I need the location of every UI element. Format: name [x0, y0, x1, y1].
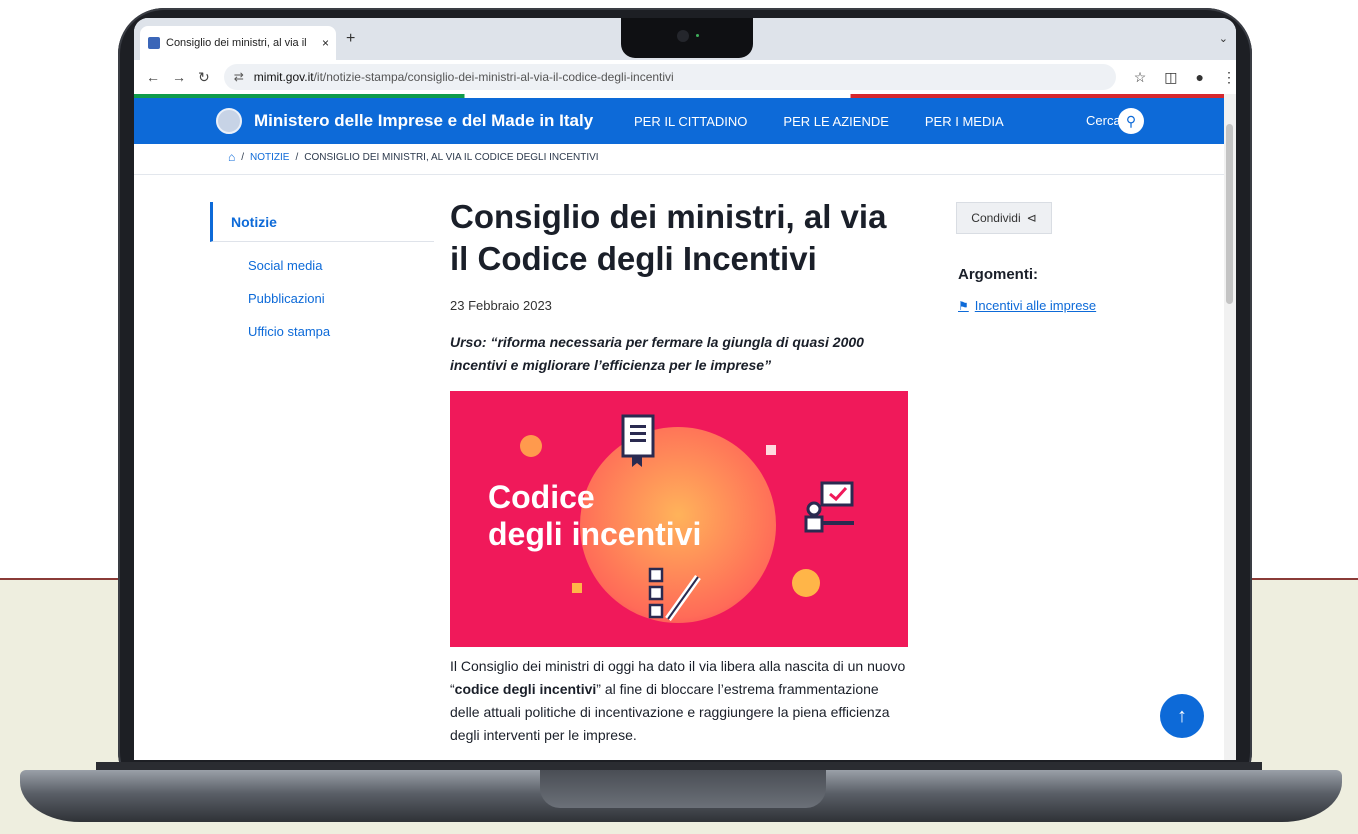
article-lead: Urso: “riforma necessaria per fermare la…: [450, 334, 864, 373]
topics-title: Argomenti:: [958, 266, 1038, 283]
sidebar-item-social-media[interactable]: Social media: [248, 258, 330, 291]
hero-heading-line2: degli incentivi: [488, 516, 702, 552]
laptop-base: [20, 770, 1342, 822]
side-panel-icon[interactable]: ◫: [1164, 69, 1177, 86]
main-nav: PER IL CITTADINO PER LE AZIENDE PER I ME…: [634, 114, 1004, 129]
checklist-pen-icon: [648, 567, 701, 622]
breadcrumb-divider: [134, 174, 1236, 175]
scrollbar-thumb[interactable]: [1226, 124, 1233, 304]
hero-dot: [520, 435, 542, 457]
book-icon: [621, 414, 655, 467]
search-icon[interactable]: ⚲: [1118, 108, 1144, 134]
sidebar-item-notizie[interactable]: Notizie: [210, 202, 434, 242]
site-header: Ministero delle Imprese e del Made in It…: [134, 98, 1236, 144]
tag-icon: ⚑: [958, 298, 969, 313]
url-path: /it/notizie-stampa/consiglio-dei-ministr…: [313, 70, 674, 84]
breadcrumb-notizie[interactable]: NOTIZIE: [250, 152, 289, 163]
share-button[interactable]: Condividi ⊲: [956, 202, 1052, 234]
sidebar-active-label: Notizie: [231, 214, 277, 230]
hero-image: Codice degli incentivi: [450, 391, 908, 647]
tab-title: Consiglio dei ministri, al via il: [166, 37, 307, 49]
breadcrumb-separator: /: [241, 151, 245, 163]
camera-icon: [677, 30, 689, 42]
favicon-icon: [148, 37, 160, 49]
share-label: Condividi: [971, 211, 1021, 225]
article-date: 23 Febbraio 2023: [450, 298, 552, 313]
camera-notch: [621, 18, 753, 58]
article: Consiglio dei ministri, al via il Codice…: [450, 196, 910, 747]
browser-tab[interactable]: Consiglio dei ministri, al via il ×: [140, 26, 336, 60]
laptop-base-notch: [540, 770, 826, 808]
close-tab-icon[interactable]: ×: [322, 36, 329, 50]
site-title[interactable]: Ministero delle Imprese e del Made in It…: [254, 111, 593, 131]
sidebar-item-ufficio-stampa[interactable]: Ufficio stampa: [248, 324, 330, 357]
site-info-icon[interactable]: ⇄: [234, 70, 244, 84]
bookmark-star-icon[interactable]: ☆: [1134, 69, 1147, 86]
breadcrumb-separator: /: [295, 151, 299, 163]
hero-square: [572, 583, 582, 593]
browser-toolbar: ← → ↻ ⇄ mimit.gov.it/it/notizie-stampa/c…: [134, 60, 1236, 94]
page-title: Consiglio dei ministri, al via il Codice…: [450, 198, 887, 277]
sidebar-list: Social media Pubblicazioni Ufficio stamp…: [248, 258, 330, 357]
topic-link-label: Incentivi alle imprese: [974, 298, 1097, 313]
hero-heading: Codice degli incentivi: [488, 479, 701, 553]
share-icon: ⊲: [1026, 211, 1037, 225]
sidebar-item-pubblicazioni[interactable]: Pubblicazioni: [248, 291, 330, 324]
profile-avatar[interactable]: ●: [1196, 69, 1204, 85]
page-scrollbar[interactable]: [1224, 94, 1236, 760]
laptop-screen: Consiglio dei ministri, al via il × + ⌄ …: [134, 18, 1236, 760]
menu-kebab-icon[interactable]: ⋮: [1222, 69, 1236, 86]
camera-led: [696, 34, 699, 37]
article-body-bold: codice degli incentivi: [454, 681, 597, 697]
nav-per-il-cittadino[interactable]: PER IL CITTADINO: [634, 114, 747, 129]
breadcrumb-current: CONSIGLIO DEI MINISTRI, AL VIA IL CODICE…: [304, 151, 599, 163]
hero-square: [766, 445, 776, 455]
nav-per-le-aziende[interactable]: PER LE AZIENDE: [783, 114, 888, 129]
hero-heading-line1: Codice: [488, 479, 595, 515]
breadcrumb: ⌂ / NOTIZIE / CONSIGLIO DEI MINISTRI, AL…: [228, 150, 599, 164]
back-icon[interactable]: ←: [146, 69, 160, 85]
tab-search-icon[interactable]: ⌄: [1219, 32, 1228, 45]
republic-emblem-icon[interactable]: [216, 108, 242, 134]
search-label[interactable]: Cerca: [1086, 113, 1121, 128]
forward-icon[interactable]: →: [172, 69, 186, 85]
address-bar[interactable]: ⇄ mimit.gov.it/it/notizie-stampa/consigl…: [223, 64, 1116, 90]
new-tab-button[interactable]: +: [346, 30, 355, 48]
presenter-icon: [804, 481, 854, 533]
hero-dot: [792, 569, 820, 597]
reload-icon[interactable]: ↻: [198, 69, 210, 86]
topic-link[interactable]: ⚑ Incentivi alle imprese: [958, 298, 1096, 313]
back-to-top-button[interactable]: ↑: [1160, 694, 1204, 738]
url-host: mimit.gov.it: [253, 70, 314, 84]
nav-per-i-media[interactable]: PER I MEDIA: [925, 114, 1004, 129]
article-body: Il Consiglio dei ministri di oggi ha dat…: [450, 655, 910, 747]
home-icon[interactable]: ⌂: [228, 150, 235, 164]
